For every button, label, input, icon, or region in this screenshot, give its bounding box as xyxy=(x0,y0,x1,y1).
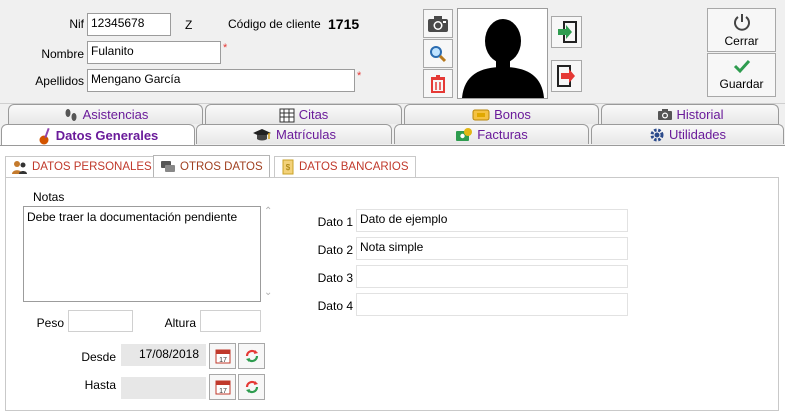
camera-icon xyxy=(657,108,673,121)
svg-text:$: $ xyxy=(286,163,291,172)
delete-photo-button[interactable] xyxy=(423,69,453,98)
logout-arrow-icon xyxy=(556,65,577,87)
export-photo-button[interactable] xyxy=(551,60,582,92)
refresh-icon xyxy=(244,348,260,364)
tab-facturas[interactable]: Facturas xyxy=(394,124,589,144)
calendar-icon: 17 xyxy=(215,348,231,364)
tab-datos-generales[interactable]: Datos Generales xyxy=(1,124,195,146)
required-mark: * xyxy=(223,42,228,54)
scroll-up-icon[interactable]: ⌃ xyxy=(264,206,272,217)
refresh-icon xyxy=(244,379,260,395)
dato-4-input[interactable] xyxy=(356,293,628,316)
peso-label: Peso xyxy=(36,316,64,330)
apellidos-input[interactable]: Mengano García xyxy=(87,69,355,92)
nif-letter: Z xyxy=(185,18,193,32)
zoom-photo-button[interactable] xyxy=(423,39,453,68)
checkmark-icon xyxy=(733,58,751,74)
hasta-calendar-button[interactable]: 17 xyxy=(209,374,236,400)
close-button-label: Cerrar xyxy=(724,34,759,48)
magnifier-icon xyxy=(429,45,447,63)
tab-label: Datos Generales xyxy=(55,128,159,143)
tab-label: Bonos xyxy=(494,107,531,122)
altura-input[interactable] xyxy=(200,310,261,332)
calendar-day: 17 xyxy=(219,388,227,395)
subtab-label: OTROS DATOS xyxy=(180,161,263,173)
people-icon xyxy=(12,160,28,174)
tab-label: Facturas xyxy=(477,127,528,142)
save-button[interactable]: Guardar xyxy=(707,53,776,97)
client-code-label: Código de cliente xyxy=(228,17,321,31)
save-button-label: Guardar xyxy=(719,77,764,91)
dato-2-label: Dato 2 xyxy=(317,243,353,257)
tab-matriculas[interactable]: Matrículas xyxy=(196,124,392,144)
chat-bubbles-icon xyxy=(160,160,176,174)
desde-reset-button[interactable] xyxy=(238,343,265,369)
dato-4-label: Dato 4 xyxy=(317,299,353,313)
tab-utilidades[interactable]: Utilidades xyxy=(591,124,784,144)
nif-input[interactable]: 12345678 xyxy=(87,13,171,36)
tab-label: Utilidades xyxy=(668,127,727,142)
graduation-cap-icon xyxy=(252,128,272,142)
desde-label: Desde xyxy=(81,350,116,364)
hasta-reset-button[interactable] xyxy=(238,374,265,400)
footprints-icon xyxy=(63,107,79,123)
required-mark: * xyxy=(357,70,362,82)
close-button[interactable]: Cerrar xyxy=(707,8,776,52)
tab-asistencias[interactable]: Asistencias xyxy=(8,104,203,124)
import-photo-button[interactable] xyxy=(551,16,582,48)
nombre-label: Nombre xyxy=(41,47,84,61)
client-code-value: 1715 xyxy=(328,16,360,32)
gear-icon xyxy=(649,127,665,143)
dato-1-input[interactable]: Dato de ejemplo xyxy=(356,209,628,232)
bank-document-icon: $ xyxy=(281,159,295,175)
guitar-icon xyxy=(38,127,52,145)
tab-label: Citas xyxy=(298,107,329,122)
power-icon xyxy=(733,13,751,31)
peso-input[interactable] xyxy=(68,310,133,332)
hasta-label: Hasta xyxy=(84,378,116,392)
apellidos-label: Apellidos xyxy=(35,74,84,88)
nombre-input[interactable]: Fulanito xyxy=(87,41,221,64)
dato-3-label: Dato 3 xyxy=(317,271,353,285)
tab-historial[interactable]: Historial xyxy=(601,104,779,124)
tab-label: Asistencias xyxy=(82,107,149,122)
client-photo xyxy=(457,8,548,99)
desde-date[interactable]: 17/08/2018 xyxy=(121,344,206,366)
tab-bonos[interactable]: Bonos xyxy=(404,104,599,124)
tab-citas[interactable]: Citas xyxy=(205,104,402,124)
notas-textarea[interactable]: Debe traer la documentación pendiente xyxy=(23,206,261,302)
dato-2-input[interactable]: Nota simple xyxy=(356,237,628,260)
tab-label: Matrículas xyxy=(276,127,336,142)
subtab-label: DATOS BANCARIOS xyxy=(299,161,409,173)
subtab-label: DATOS PERSONALES xyxy=(32,161,152,173)
calendar-grid-icon xyxy=(279,107,295,123)
ticket-icon xyxy=(472,109,490,121)
login-arrow-icon xyxy=(557,21,577,43)
subtab-otros-datos[interactable]: OTROS DATOS xyxy=(153,155,270,178)
camera-button[interactable] xyxy=(423,9,453,38)
money-icon xyxy=(455,127,473,143)
calendar-icon: 17 xyxy=(215,379,231,395)
subtab-datos-personales[interactable]: DATOS PERSONALES xyxy=(5,156,159,178)
tab-label: Historial xyxy=(676,107,724,122)
nif-label: Nif xyxy=(69,17,84,31)
scroll-down-icon[interactable]: ⌄ xyxy=(264,287,272,298)
camera-icon xyxy=(427,15,449,33)
desde-calendar-button[interactable]: 17 xyxy=(209,343,236,369)
dato-3-input[interactable] xyxy=(356,265,628,288)
calendar-day: 17 xyxy=(219,357,227,364)
altura-label: Altura xyxy=(164,316,196,330)
dato-1-label: Dato 1 xyxy=(317,215,353,229)
trash-icon xyxy=(430,74,446,93)
person-silhouette-icon xyxy=(462,19,544,98)
hasta-date[interactable] xyxy=(121,377,206,399)
subtab-datos-bancarios[interactable]: $ DATOS BANCARIOS xyxy=(274,156,416,178)
notas-label: Notas xyxy=(33,190,65,204)
